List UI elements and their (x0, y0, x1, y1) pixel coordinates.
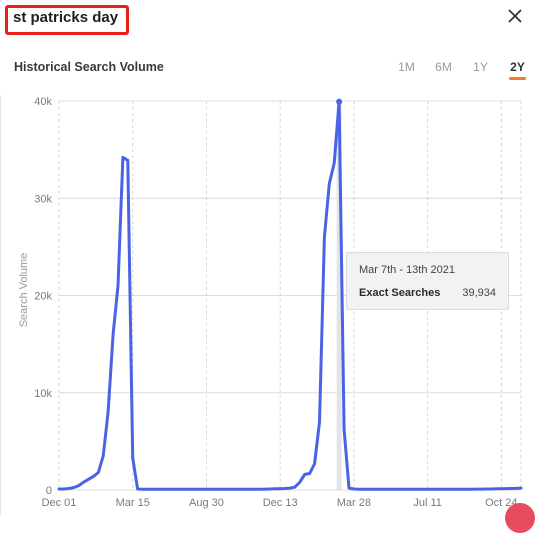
y-tick-label: 20k (34, 291, 52, 303)
y-axis-label: Search Volume (18, 253, 30, 328)
x-tick-label: Jul 11 (413, 497, 442, 509)
x-tick-label: Dec 13 (263, 497, 298, 509)
x-tick-label: Aug 30 (189, 497, 224, 509)
chat-widget-button[interactable] (505, 503, 535, 533)
y-tick-label: 30k (34, 193, 52, 205)
x-tick-label: Mar 28 (337, 497, 371, 509)
x-tick-label: Mar 15 (116, 497, 150, 509)
y-tick-label: 10k (34, 388, 52, 400)
y-tick-label: 0 (46, 485, 52, 497)
chart-tooltip: Mar 7th - 13th 2021 Exact Searches 39,93… (346, 252, 509, 310)
tooltip-date: Mar 7th - 13th 2021 (359, 264, 456, 276)
tooltip-label: Exact Searches (359, 287, 441, 299)
highlighted-data-point[interactable] (336, 98, 343, 105)
y-tick-label: 40k (34, 96, 52, 108)
tooltip-value: 39,934 (462, 287, 496, 299)
x-tick-label: Dec 01 (42, 497, 77, 509)
